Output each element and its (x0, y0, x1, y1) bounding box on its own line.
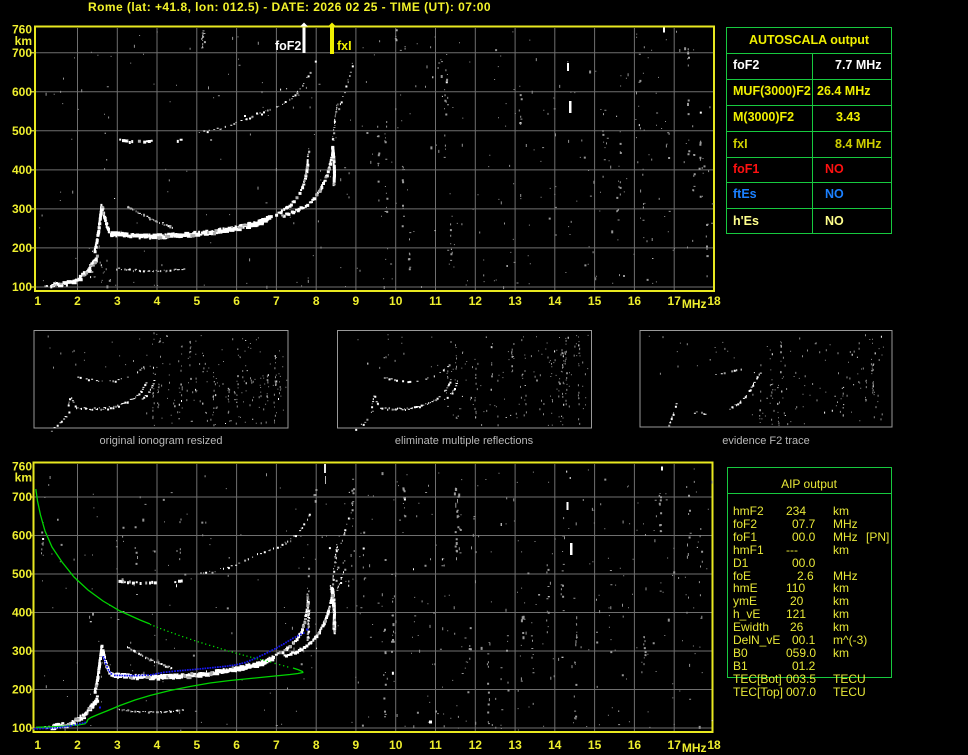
svg-text:10: 10 (389, 294, 403, 308)
svg-text:13: 13 (508, 738, 522, 752)
svg-text:9: 9 (353, 294, 360, 308)
svg-text:6: 6 (233, 294, 240, 308)
svg-text:km: km (15, 471, 32, 485)
svg-text:12: 12 (469, 294, 483, 308)
svg-text:15: 15 (588, 294, 602, 308)
svg-text:500: 500 (12, 567, 32, 581)
svg-text:original ionogram resized: original ionogram resized (100, 435, 223, 447)
svg-text:7: 7 (273, 738, 280, 752)
svg-text:7: 7 (273, 294, 280, 308)
svg-text:300: 300 (12, 644, 32, 658)
svg-text:10: 10 (389, 738, 403, 752)
svg-text:200: 200 (12, 683, 32, 697)
svg-text:16: 16 (628, 738, 642, 752)
svg-text:100: 100 (12, 721, 32, 735)
svg-text:100: 100 (12, 280, 32, 294)
svg-text:2: 2 (74, 738, 81, 752)
svg-text:2: 2 (74, 294, 81, 308)
svg-text:17: 17 (668, 738, 682, 752)
svg-text:eliminate multiple reflections: eliminate multiple reflections (395, 435, 534, 447)
svg-text:13: 13 (508, 294, 522, 308)
svg-text:18: 18 (707, 738, 721, 752)
svg-text:foF2: foF2 (275, 39, 301, 53)
svg-text:18: 18 (707, 294, 721, 308)
svg-text:8: 8 (313, 294, 320, 308)
svg-text:1: 1 (34, 294, 41, 308)
svg-text:14: 14 (548, 738, 562, 752)
svg-text:fxI: fxI (337, 39, 352, 53)
svg-text:14: 14 (548, 294, 562, 308)
svg-text:600: 600 (12, 529, 32, 543)
svg-text:12: 12 (469, 738, 483, 752)
svg-text:200: 200 (12, 241, 32, 255)
svg-text:5: 5 (193, 294, 200, 308)
svg-text:MHz: MHz (682, 741, 707, 755)
svg-text:11: 11 (429, 738, 442, 752)
svg-text:1: 1 (34, 738, 41, 752)
svg-text:11: 11 (429, 294, 442, 308)
svg-text:700: 700 (12, 490, 32, 504)
svg-text:600: 600 (12, 85, 32, 99)
svg-text:16: 16 (628, 294, 642, 308)
svg-text:5: 5 (193, 738, 200, 752)
svg-text:17: 17 (668, 294, 682, 308)
svg-text:4: 4 (154, 738, 161, 752)
svg-text:400: 400 (12, 606, 32, 620)
svg-text:evidence F2 trace: evidence F2 trace (722, 435, 809, 447)
svg-text:6: 6 (233, 738, 240, 752)
svg-text:9: 9 (353, 738, 360, 752)
svg-text:700: 700 (12, 46, 32, 60)
svg-text:3: 3 (114, 738, 121, 752)
svg-text:3: 3 (114, 294, 121, 308)
svg-text:15: 15 (588, 738, 602, 752)
svg-text:4: 4 (154, 294, 161, 308)
svg-text:400: 400 (12, 163, 32, 177)
svg-text:500: 500 (12, 124, 32, 138)
svg-text:300: 300 (12, 202, 32, 216)
svg-text:8: 8 (313, 738, 320, 752)
svg-text:MHz: MHz (682, 297, 707, 311)
